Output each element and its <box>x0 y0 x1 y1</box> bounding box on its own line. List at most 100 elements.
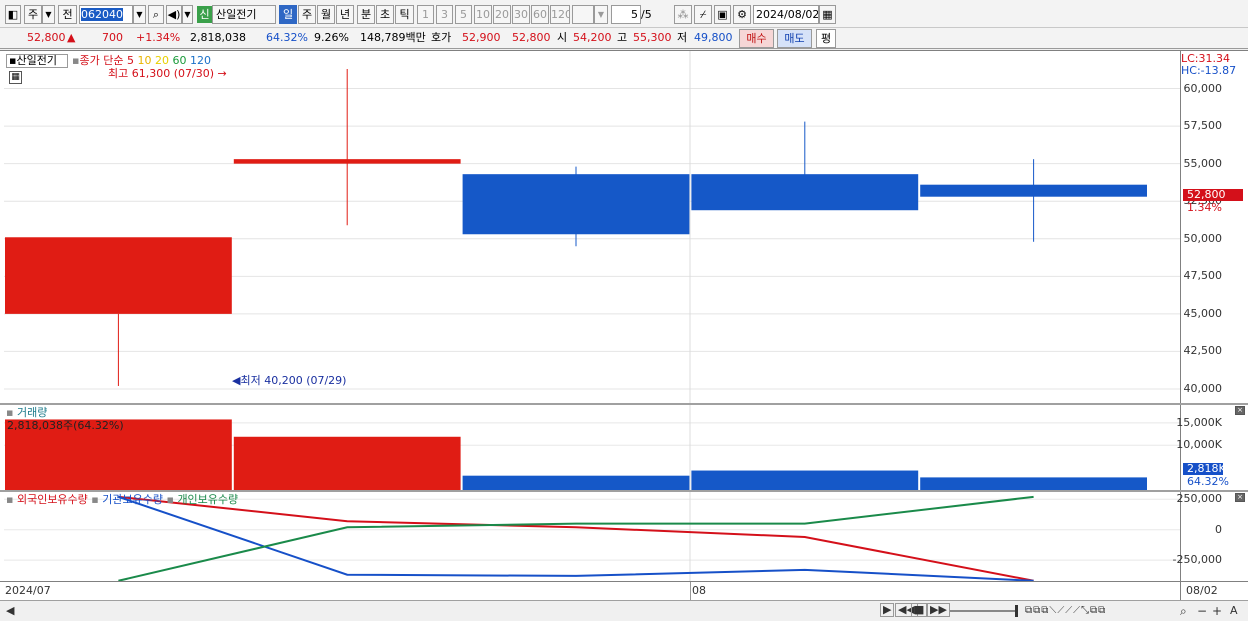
stock-title-label: ▪산일전기 <box>6 54 68 68</box>
page-input[interactable]: 5 <box>611 5 641 24</box>
ma-period-20[interactable]: 20 <box>151 54 169 67</box>
volume-pane-close-icon[interactable]: × <box>1235 406 1245 415</box>
interval-120[interactable]: 120 <box>550 5 570 24</box>
market-dropdown-icon[interactable]: ▼ <box>42 5 55 24</box>
calendar-icon[interactable]: ▦ <box>819 5 836 24</box>
stock-code-input[interactable]: 062040 <box>79 5 133 24</box>
prev-button[interactable]: 전 <box>58 5 77 24</box>
zoom-search-icon[interactable]: ⌕ <box>1180 604 1187 618</box>
drawing-tools-icons[interactable]: ⧉⧉⧉⟍⟋⟋⟋⤡⧉⧉ <box>1025 604 1106 618</box>
page-total: /5 <box>641 8 652 21</box>
interval-60[interactable]: 60 <box>531 5 549 24</box>
period-day[interactable]: 일 <box>279 5 297 24</box>
interval-dropdown-icon[interactable]: ▼ <box>594 5 608 24</box>
code-dropdown-icon[interactable]: ▼ <box>133 5 146 24</box>
period-month[interactable]: 월 <box>317 5 335 24</box>
period-minute[interactable]: 분 <box>357 5 375 24</box>
hc-value: HC:-13.87 <box>1181 64 1237 77</box>
holder-pane[interactable]: ▪ 외국인보유수량 ▪ 기관보유수량 ▪ 개인보유수량 <box>4 492 1180 582</box>
save-icon[interactable]: ▣ <box>714 5 731 24</box>
interval-1[interactable]: 1 <box>417 5 434 24</box>
price-tick-label: 45,000 <box>1183 306 1223 320</box>
crosshair-icon[interactable]: ⌿ <box>694 5 712 24</box>
volume-ratio: 64.32% <box>266 31 308 44</box>
x-axis-start: 2024/07 <box>5 584 51 597</box>
price-axis: LC:31.34 HC:-13.87 60,00057,50055,00052,… <box>1180 51 1248 404</box>
new-listing-badge: 신 <box>197 6 212 23</box>
speaker-icon[interactable]: ◀) <box>166 5 182 24</box>
holder-axis: × 250,000 0 -250,000 <box>1173 492 1248 582</box>
holder-tick-label: 0 <box>1215 522 1222 536</box>
stock-name-field[interactable]: 산일전기 <box>212 5 276 24</box>
current-price-pct: 1.34% <box>1187 201 1222 214</box>
x-axis-month: 08 <box>692 584 706 597</box>
holder-pane-close-icon[interactable]: × <box>1235 493 1245 502</box>
price-tick-label: 60,000 <box>1183 81 1223 95</box>
bid-price: 52,800 <box>512 31 551 44</box>
holder-series-line <box>118 495 1034 582</box>
period-second[interactable]: 초 <box>376 5 394 24</box>
volume-current-label: 2,818,038주(64.32%) <box>7 419 124 432</box>
compare-icon[interactable]: ⁂ <box>674 5 692 24</box>
period-tick[interactable]: 틱 <box>395 5 414 24</box>
screen-menu-icon[interactable]: ◧ <box>5 5 21 24</box>
avg-button[interactable]: 평 <box>816 29 836 48</box>
quote-bar: 52,800 ▲ 700 +1.34% 2,818,038 64.32% 9.2… <box>0 28 1248 49</box>
low-price: 49,800 <box>694 31 733 44</box>
date-input[interactable]: 2024/08/02 <box>753 5 819 24</box>
speaker-dropdown-icon[interactable]: ▼ <box>182 5 193 24</box>
price-tick-label: 50,000 <box>1183 231 1223 245</box>
interval-custom-input[interactable] <box>572 5 594 24</box>
chart-toolbar: ◧ 주 ▼ 전 062040 ▼ ⌕ ◀) ▼ 신 산일전기 일 주 월 년 분… <box>0 0 1248 28</box>
candlestick-chart <box>4 51 1180 404</box>
ma-period-5[interactable]: 5 <box>127 54 134 67</box>
volume-tick-label: 10,000K <box>1176 438 1222 452</box>
market-select[interactable]: 주 <box>24 5 42 24</box>
price-tick-label: 55,000 <box>1183 156 1223 170</box>
holder-tick-label: -250,000 <box>1172 553 1222 567</box>
interval-5[interactable]: 5 <box>455 5 472 24</box>
sell-button[interactable]: 매도 <box>777 29 812 48</box>
holder-series-line <box>118 495 1034 582</box>
ma-legend: ▪종가 단순 5 10 20 60 120 <box>72 54 211 67</box>
ma-period-120[interactable]: 120 <box>186 54 211 67</box>
stop-icon[interactable]: ■ <box>911 603 928 617</box>
holder-legend-item[interactable]: 외국인보유수량 <box>17 493 88 506</box>
zoom-out-icon[interactable]: − <box>1197 604 1207 618</box>
holder-legend: ▪ 외국인보유수량 ▪ 기관보유수량 ▪ 개인보유수량 <box>6 493 239 506</box>
volume-bar <box>920 477 1147 490</box>
holder-legend-item[interactable]: 기관보유수량 <box>102 493 163 506</box>
low-annotation: ◀최저 40,200 (07/29) <box>232 374 347 387</box>
period-week[interactable]: 주 <box>298 5 316 24</box>
search-icon[interactable]: ⌕ <box>148 5 164 24</box>
price-pane[interactable]: ▪산일전기 ▪종가 단순 5 10 20 60 120 최고 61,300 (0… <box>4 51 1180 404</box>
price-change: 700 <box>102 31 123 44</box>
volume-bar <box>691 470 919 490</box>
fast-forward-icon[interactable]: ▶▶ <box>927 603 950 617</box>
buy-button[interactable]: 매수 <box>739 29 774 48</box>
settings-gear-icon[interactable]: ⚙ <box>733 5 751 24</box>
scroll-right-icon[interactable]: ▶ <box>880 603 895 617</box>
ma-period-10[interactable]: 10 <box>134 54 151 67</box>
scroll-toolbar: ◀ ▶ ◀◀ ■ ▶▶ ⧉⧉⧉⟍⟋⟋⟋⤡⧉⧉ ⌕ − + A <box>0 600 1248 621</box>
zoom-in-icon[interactable]: + <box>1212 604 1222 618</box>
volume-pane[interactable]: ▪ 거래량 2,818,038주(64.32%) <box>4 405 1180 490</box>
high-price: 55,300 <box>633 31 672 44</box>
table-view-icon[interactable]: ▦ <box>9 71 22 84</box>
open-label: 시 <box>557 31 568 44</box>
ma-period-60[interactable]: 60 <box>169 54 186 67</box>
holder-legend-item[interactable]: 개인보유수량 <box>177 493 238 506</box>
period-year[interactable]: 년 <box>336 5 354 24</box>
interval-30[interactable]: 30 <box>512 5 530 24</box>
interval-20[interactable]: 20 <box>493 5 511 24</box>
auto-scale-icon[interactable]: A <box>1230 604 1238 618</box>
x-axis: 2024/07 08 08/02 <box>0 581 1248 601</box>
interval-10[interactable]: 10 <box>474 5 492 24</box>
current-price-badge: 52,800 <box>1183 189 1243 201</box>
scroll-left-icon[interactable]: ◀ <box>6 604 14 618</box>
volume-chart <box>4 405 1180 490</box>
zoom-slider-handle[interactable] <box>1015 605 1018 617</box>
zoom-slider-track[interactable] <box>950 610 1016 612</box>
horizontal-scrollbar[interactable] <box>16 605 874 617</box>
interval-3[interactable]: 3 <box>436 5 453 24</box>
